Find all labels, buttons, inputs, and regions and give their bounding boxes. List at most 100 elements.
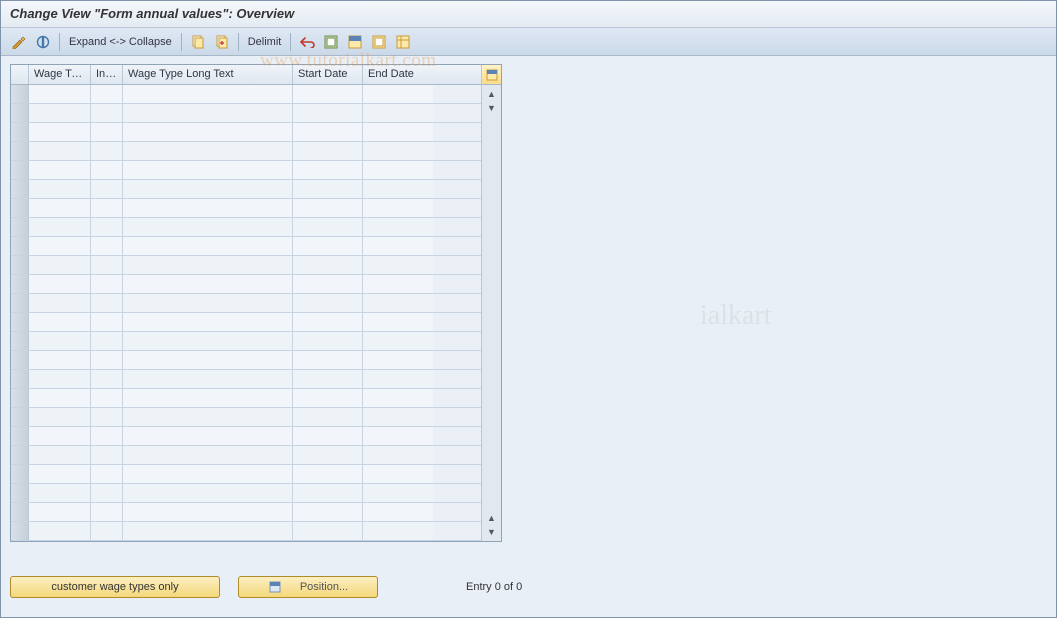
cell-inf[interactable] <box>91 313 123 331</box>
cell-start-date[interactable] <box>293 313 363 331</box>
cell-end-date[interactable] <box>363 256 433 274</box>
cell-inf[interactable] <box>91 85 123 103</box>
cell-wage-type[interactable] <box>29 237 91 255</box>
cell-start-date[interactable] <box>293 199 363 217</box>
row-selector[interactable] <box>11 313 29 331</box>
cell-inf[interactable] <box>91 218 123 236</box>
cell-start-date[interactable] <box>293 104 363 122</box>
cell-long-text[interactable] <box>123 313 293 331</box>
row-selector[interactable] <box>11 180 29 198</box>
cell-wage-type[interactable] <box>29 503 91 521</box>
cell-wage-type[interactable] <box>29 484 91 502</box>
cell-inf[interactable] <box>91 237 123 255</box>
cell-inf[interactable] <box>91 389 123 407</box>
row-selector[interactable] <box>11 256 29 274</box>
cell-wage-type[interactable] <box>29 389 91 407</box>
row-selector[interactable] <box>11 161 29 179</box>
row-selector[interactable] <box>11 465 29 483</box>
cell-long-text[interactable] <box>123 427 293 445</box>
row-selector[interactable] <box>11 370 29 388</box>
row-selector[interactable] <box>11 332 29 350</box>
col-header-long-text[interactable]: Wage Type Long Text <box>123 65 293 84</box>
row-selector[interactable] <box>11 294 29 312</box>
cell-start-date[interactable] <box>293 370 363 388</box>
cell-wage-type[interactable] <box>29 142 91 160</box>
cell-end-date[interactable] <box>363 313 433 331</box>
cell-wage-type[interactable] <box>29 427 91 445</box>
row-selector[interactable] <box>11 408 29 426</box>
cell-long-text[interactable] <box>123 104 293 122</box>
cell-inf[interactable] <box>91 180 123 198</box>
cell-long-text[interactable] <box>123 85 293 103</box>
cell-start-date[interactable] <box>293 237 363 255</box>
cell-end-date[interactable] <box>363 522 433 540</box>
row-selector[interactable] <box>11 104 29 122</box>
cell-wage-type[interactable] <box>29 123 91 141</box>
col-header-end-date[interactable]: End Date <box>363 65 433 84</box>
vertical-scrollbar[interactable]: ▲ ▼ ▲ ▼ <box>482 85 501 541</box>
cell-end-date[interactable] <box>363 427 433 445</box>
cell-wage-type[interactable] <box>29 370 91 388</box>
cell-end-date[interactable] <box>363 275 433 293</box>
cell-start-date[interactable] <box>293 446 363 464</box>
cell-end-date[interactable] <box>363 237 433 255</box>
cell-start-date[interactable] <box>293 503 363 521</box>
cell-end-date[interactable] <box>363 180 433 198</box>
cell-wage-type[interactable] <box>29 294 91 312</box>
cell-end-date[interactable] <box>363 484 433 502</box>
cell-start-date[interactable] <box>293 161 363 179</box>
col-header-inf[interactable]: Inf... <box>91 65 123 84</box>
cell-wage-type[interactable] <box>29 522 91 540</box>
cell-inf[interactable] <box>91 427 123 445</box>
cell-end-date[interactable] <box>363 142 433 160</box>
cell-start-date[interactable] <box>293 123 363 141</box>
cell-long-text[interactable] <box>123 370 293 388</box>
cell-long-text[interactable] <box>123 522 293 540</box>
cell-wage-type[interactable] <box>29 161 91 179</box>
cell-start-date[interactable] <box>293 389 363 407</box>
cell-long-text[interactable] <box>123 142 293 160</box>
cell-inf[interactable] <box>91 351 123 369</box>
cell-end-date[interactable] <box>363 408 433 426</box>
cell-long-text[interactable] <box>123 332 293 350</box>
cell-end-date[interactable] <box>363 446 433 464</box>
cell-start-date[interactable] <box>293 180 363 198</box>
col-header-start-date[interactable]: Start Date <box>293 65 363 84</box>
cell-wage-type[interactable] <box>29 275 91 293</box>
cell-start-date[interactable] <box>293 332 363 350</box>
row-selector[interactable] <box>11 351 29 369</box>
row-selector[interactable] <box>11 275 29 293</box>
cell-end-date[interactable] <box>363 389 433 407</box>
cell-wage-type[interactable] <box>29 180 91 198</box>
cell-start-date[interactable] <box>293 484 363 502</box>
cell-start-date[interactable] <box>293 294 363 312</box>
cell-wage-type[interactable] <box>29 256 91 274</box>
cell-end-date[interactable] <box>363 85 433 103</box>
cell-end-date[interactable] <box>363 332 433 350</box>
cell-inf[interactable] <box>91 123 123 141</box>
cell-start-date[interactable] <box>293 427 363 445</box>
cell-wage-type[interactable] <box>29 218 91 236</box>
cell-inf[interactable] <box>91 256 123 274</box>
cell-long-text[interactable] <box>123 294 293 312</box>
cell-long-text[interactable] <box>123 484 293 502</box>
scroll-down-icon[interactable]: ▼ <box>485 525 499 539</box>
cell-long-text[interactable] <box>123 199 293 217</box>
cell-long-text[interactable] <box>123 503 293 521</box>
customer-wage-types-button[interactable]: customer wage types only <box>10 576 220 598</box>
cell-long-text[interactable] <box>123 218 293 236</box>
cell-end-date[interactable] <box>363 503 433 521</box>
cell-long-text[interactable] <box>123 161 293 179</box>
copy-icon[interactable] <box>187 32 209 52</box>
cell-start-date[interactable] <box>293 351 363 369</box>
copy-as-icon[interactable] <box>211 32 233 52</box>
scroll-up-icon[interactable]: ▲ <box>485 87 499 101</box>
cell-inf[interactable] <box>91 484 123 502</box>
cell-long-text[interactable] <box>123 256 293 274</box>
cell-end-date[interactable] <box>363 218 433 236</box>
row-selector[interactable] <box>11 123 29 141</box>
cell-end-date[interactable] <box>363 161 433 179</box>
cell-inf[interactable] <box>91 522 123 540</box>
cell-start-date[interactable] <box>293 85 363 103</box>
row-selector[interactable] <box>11 427 29 445</box>
